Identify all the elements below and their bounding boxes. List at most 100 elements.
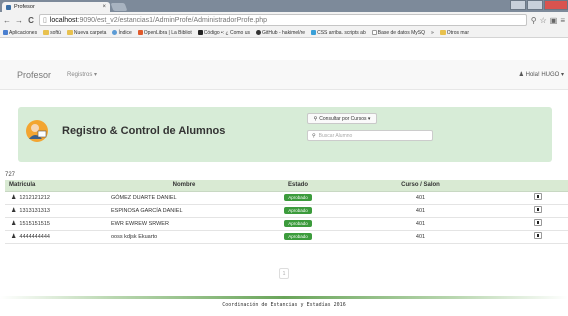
pagination-page-1[interactable]: 1 [279,268,289,279]
back-icon[interactable]: ← [3,16,11,25]
view-record-button[interactable] [534,232,542,239]
column-actions [508,180,568,192]
matricula-cell: ♟ 4444444444 [5,230,105,244]
user-menu[interactable]: ♟ Hola! HUGO ▾ [519,71,564,78]
bookmark-indice[interactable]: Índice [112,30,132,36]
css-icon [311,30,317,35]
action-cell [508,217,568,231]
favicon-icon [6,4,11,10]
page-title: Registro & Control de Alumnos [62,125,226,137]
app-navbar: Profesor Registros ▾ ♟ Hola! HUGO ▾ [0,60,568,90]
search-icon: ⚲ [312,132,316,139]
bookmark-codigo[interactable]: Código •: ¿ Como us [197,30,250,36]
minimize-button[interactable] [510,0,526,10]
status-badge: Aprobado [284,220,312,227]
search-icon: ⚲ [313,115,318,122]
action-cell [508,191,568,205]
column-curso[interactable]: Curso / Salon [333,180,508,192]
toolbar-icons: ⚲ ☆ ▣ ≡ [531,16,565,25]
table-row: ♟ 1313131313 ESPINOSA GARCÍA DANIEL Aprob… [5,204,568,218]
github-icon [256,30,262,35]
bookmark-github[interactable]: GitHub - hakimel/re [256,30,305,36]
browser-toolbar: ← → C ▯ localhost:9090/est_v2/estancias1… [0,12,568,28]
registros-menu[interactable]: Registros ▾ [67,71,97,78]
nombre-cell: ooss kdjsk Ekuarto [105,230,263,244]
status-badge: Aprobado [284,233,312,240]
bookmark-otros[interactable]: Otros mar [439,30,469,36]
matricula-cell: ♟ 1313131313 [5,204,105,218]
estado-cell: Aprobado [263,204,333,218]
apps-icon [3,30,8,35]
status-badge: Aprobado [284,207,312,214]
page-icon: ▯ [43,17,47,24]
globe-icon [112,30,118,35]
reload-icon[interactable]: C [27,16,35,25]
nombre-cell: ESPINOSA GARCÍA DANIEL [105,204,263,218]
url-host: localhost [49,16,78,24]
table-header: Matricula Nombre Estado Curso / Salon [5,180,568,192]
column-estado[interactable]: Estado [263,180,333,192]
book-icon [137,30,143,35]
view-record-button[interactable] [534,219,542,226]
student-search-input[interactable]: ⚲ Buscar Alumno [307,130,433,141]
tab-close-icon[interactable]: × [102,4,106,10]
table-row: ♟ 4444444444 ooss kdjsk Ekuarto Aprobado … [5,230,568,244]
estado-cell: Aprobado [263,230,333,244]
window-controls [510,0,568,10]
zoom-icon[interactable]: ⚲ [531,16,537,25]
record-count: 727 [5,172,16,178]
consult-by-course-button[interactable]: ⚲ Consultar por Cursos ▾ [307,113,377,124]
user-icon: ♟ [11,208,17,214]
navbar-brand[interactable]: Profesor [17,70,51,80]
estado-cell: Aprobado [263,191,333,205]
user-icon: ♟ [11,221,17,227]
new-tab-button[interactable] [110,3,128,11]
folder-icon [43,30,50,35]
bookmark-softu[interactable]: softü [43,30,61,36]
bookmark-css[interactable]: CSS arriba. scripts ab [311,30,366,36]
students-table: Matricula Nombre Estado Curso / Salon ♟ 1… [5,180,568,244]
browser-tab[interactable]: Profesor × [2,2,110,12]
extension-icon[interactable]: ▣ [550,16,558,25]
bookmark-nueva-carpeta[interactable]: Nueva carpeta [66,30,106,36]
footer-text: Coordinación de Estancias y Estadías 201… [222,302,346,308]
user-icon: ♟ [518,72,526,78]
code-icon [197,30,203,35]
folder-icon [66,30,73,35]
table-row: ♟ 1515151515 EWR EWREW SRWER Aprobado 401 [5,217,568,231]
header-panel: Registro & Control de Alumnos ⚲ Consulta… [18,107,552,162]
url-path: :9090/est_v2/estancias1/AdminProfe/Admin… [77,16,268,24]
column-nombre[interactable]: Nombre [105,180,263,192]
maximize-button[interactable] [527,0,543,10]
matricula-cell: ♟ 1515151515 [5,217,105,231]
bookmark-openlibra[interactable]: OpenLibra | La Bibliot [137,30,192,36]
student-logo-icon [26,120,48,142]
curso-cell: 401 [333,217,508,231]
estado-cell: Aprobado [263,217,333,231]
status-badge: Aprobado [284,194,312,201]
star-icon[interactable]: ☆ [540,16,547,25]
column-matricula[interactable]: Matricula [5,180,105,192]
bookmark-mysql[interactable]: Base de datos MySQ [371,30,425,36]
address-bar[interactable]: ▯ localhost:9090/est_v2/estancias1/Admin… [39,14,527,26]
view-record-button[interactable] [534,193,542,200]
menu-icon[interactable]: ≡ [560,16,565,25]
action-cell [508,204,568,218]
curso-cell: 401 [333,191,508,205]
browser-titlebar: Profesor × [0,0,568,12]
nombre-cell: GÓMEZ DUARTE DANIEL [105,191,263,205]
user-icon: ♟ [11,234,17,240]
tab-title: Profesor [14,4,35,10]
search-placeholder: Buscar Alumno [318,132,353,139]
forward-icon[interactable]: → [15,16,23,25]
bookmark-apps[interactable]: Aplicaciones [3,30,37,36]
view-record-button[interactable] [534,206,542,213]
bookmarks-overflow[interactable]: » [431,30,434,36]
footer-divider [0,296,568,299]
curso-cell: 401 [333,230,508,244]
curso-cell: 401 [333,204,508,218]
bookmarks-bar: Aplicaciones softü Nueva carpeta Índice … [0,28,568,38]
page-icon [371,30,377,35]
window-close-button[interactable] [544,0,568,10]
table-row: ♟ 1212121212 GÓMEZ DUARTE DANIEL Aprobado… [5,191,568,205]
